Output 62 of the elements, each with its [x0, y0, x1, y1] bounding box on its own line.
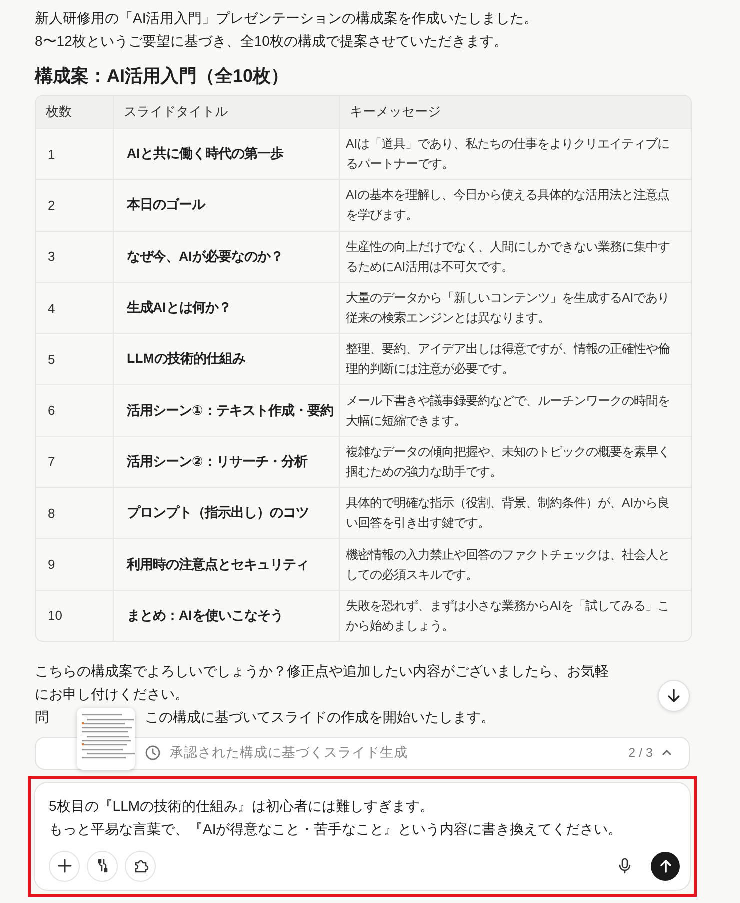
puzzle-button[interactable] [125, 850, 156, 882]
message-text: この構成に基づいてスライドの作成を開始いたします。 [145, 708, 495, 727]
table-cell-text: LLMの技術的仕組み [126, 350, 247, 368]
task-label: 承認された構成に基づくスライド生成 [170, 744, 409, 762]
plus-button[interactable] [49, 850, 80, 882]
microphone-icon[interactable] [618, 858, 632, 874]
table-cell-line: 具体的で明確な指示（役割、背景、制約条件）が、AIから良 [346, 495, 671, 512]
table-cell-line: 生産性の向上だけでなく、人間にしかできない業務に集中す [346, 238, 671, 256]
table-cell-text: 8 [47, 506, 56, 521]
send-button[interactable] [651, 852, 680, 881]
table-cell-line: 理的判断には注意が必要です。 [346, 361, 515, 378]
section-heading: 構成案：AI活用入門（全10枚） [35, 65, 290, 88]
table-cell-text: 1 [47, 146, 56, 162]
table-cell-line: 大量のデータから「新しいコンテンツ」を生成するAIであり [346, 290, 671, 308]
table-cell-text: まとめ：AIを使いこなそう [126, 606, 284, 625]
table-cell-text: なぜ今、AIが必要なのか？ [126, 248, 284, 266]
tools-button[interactable] [87, 850, 118, 882]
table-cell-line: しての必須スキルです。 [346, 566, 479, 584]
arrow-up-icon [658, 858, 674, 874]
table-cell-text: 本日のゴール [126, 196, 206, 214]
table-cell-text: 利用時の注意点とセキュリティ [126, 556, 310, 574]
puzzle-icon [132, 858, 148, 874]
column-header: 枚数 [46, 103, 73, 121]
message-text: 8〜12枚というご要望に基づき、全10枚の構成で提案させていただきます。 [35, 32, 509, 51]
table-cell-text: 活用シーン②：リサーチ・分析 [126, 452, 309, 471]
column-header: スライドタイトル [124, 103, 229, 121]
column-header: キーメッセージ [350, 103, 442, 121]
table-cell-text: 4 [47, 300, 56, 316]
table-cell-text: 活用シーン①：テキスト作成・要約 [126, 402, 334, 420]
table-cell-line: 整理、要約、アイデア出しは得意ですが、情報の正確性や倫 [346, 341, 671, 358]
table-cell-text: 生成AIとは何か？ [126, 299, 232, 318]
table-cell-line: 機密情報の入力禁止や回答のファクトチェックは、社会人と [346, 546, 671, 564]
input-field[interactable]: 5枚目の『LLMの技術的仕組み』は初心者には難しすぎます。 もっと平易な言葉で、『AIが得意なこと・苦手なこと』という内容に書き換えてください。 [49, 794, 680, 841]
table-cell-line: から始めましょう。 [346, 618, 455, 635]
table-cell-text: 6 [47, 403, 56, 418]
table-cell-line: 掴むための強力な助手です。 [346, 464, 503, 481]
table-cell-line: を学びます。 [346, 207, 419, 224]
table-cell-text: プロンプト（指示出し）のコツ [126, 504, 310, 522]
table-cell-line: るためにAI活用は不可欠です。 [346, 258, 515, 276]
table-cell-line: メール下書きや議事録要約などで、ルーチンワークの時間を [346, 392, 671, 410]
table-cell-text: 2 [47, 198, 56, 213]
table-cell-line: 失敗を恐れず、まずは小さな業務からAIを「試してみる」こ [346, 598, 671, 615]
table-cell-line: 大幅に短縮できます。 [346, 412, 467, 430]
table-cell-line: い回答を引き出す鍵です。 [346, 515, 491, 532]
scroll-down-button[interactable] [658, 680, 690, 712]
table-cell-text: 5 [47, 352, 56, 367]
message-text: 新人研修用の「AI活用入門」プレゼンテーションの構成案を作成いたしました。 [35, 9, 540, 28]
table-cell-text: 9 [47, 557, 56, 572]
table-cell-text: 7 [47, 454, 56, 470]
table-cell-line: るパートナーです。 [346, 156, 455, 174]
clock-icon [145, 745, 161, 762]
arrow-down-icon [666, 688, 682, 704]
table-cell-text: AIと共に働く時代の第一歩 [126, 145, 285, 164]
plus-icon [56, 858, 72, 874]
table-cell-line: 従来の検索エンジンとは異なります。 [346, 310, 551, 328]
table-cell-text: 10 [47, 608, 64, 624]
table-cell-line: AIは「道具」であり、私たちの仕事をよりクリエイティブに [346, 136, 671, 154]
table-cell-line: 複雑なデータの傾向把握や、未知のトピックの概要を素早く [346, 444, 671, 461]
table-cell-text: 3 [47, 249, 56, 264]
table-cell-line: AIの基本を理解し、今日から使える具体的な活用法と注意点 [346, 187, 671, 204]
message-text: 問 [35, 708, 49, 727]
message-text: こちらの構成案でよろしいでしょうか？修正点や追加したい内容がございましたら、お気軽にお申し付けください。 [35, 662, 610, 704]
